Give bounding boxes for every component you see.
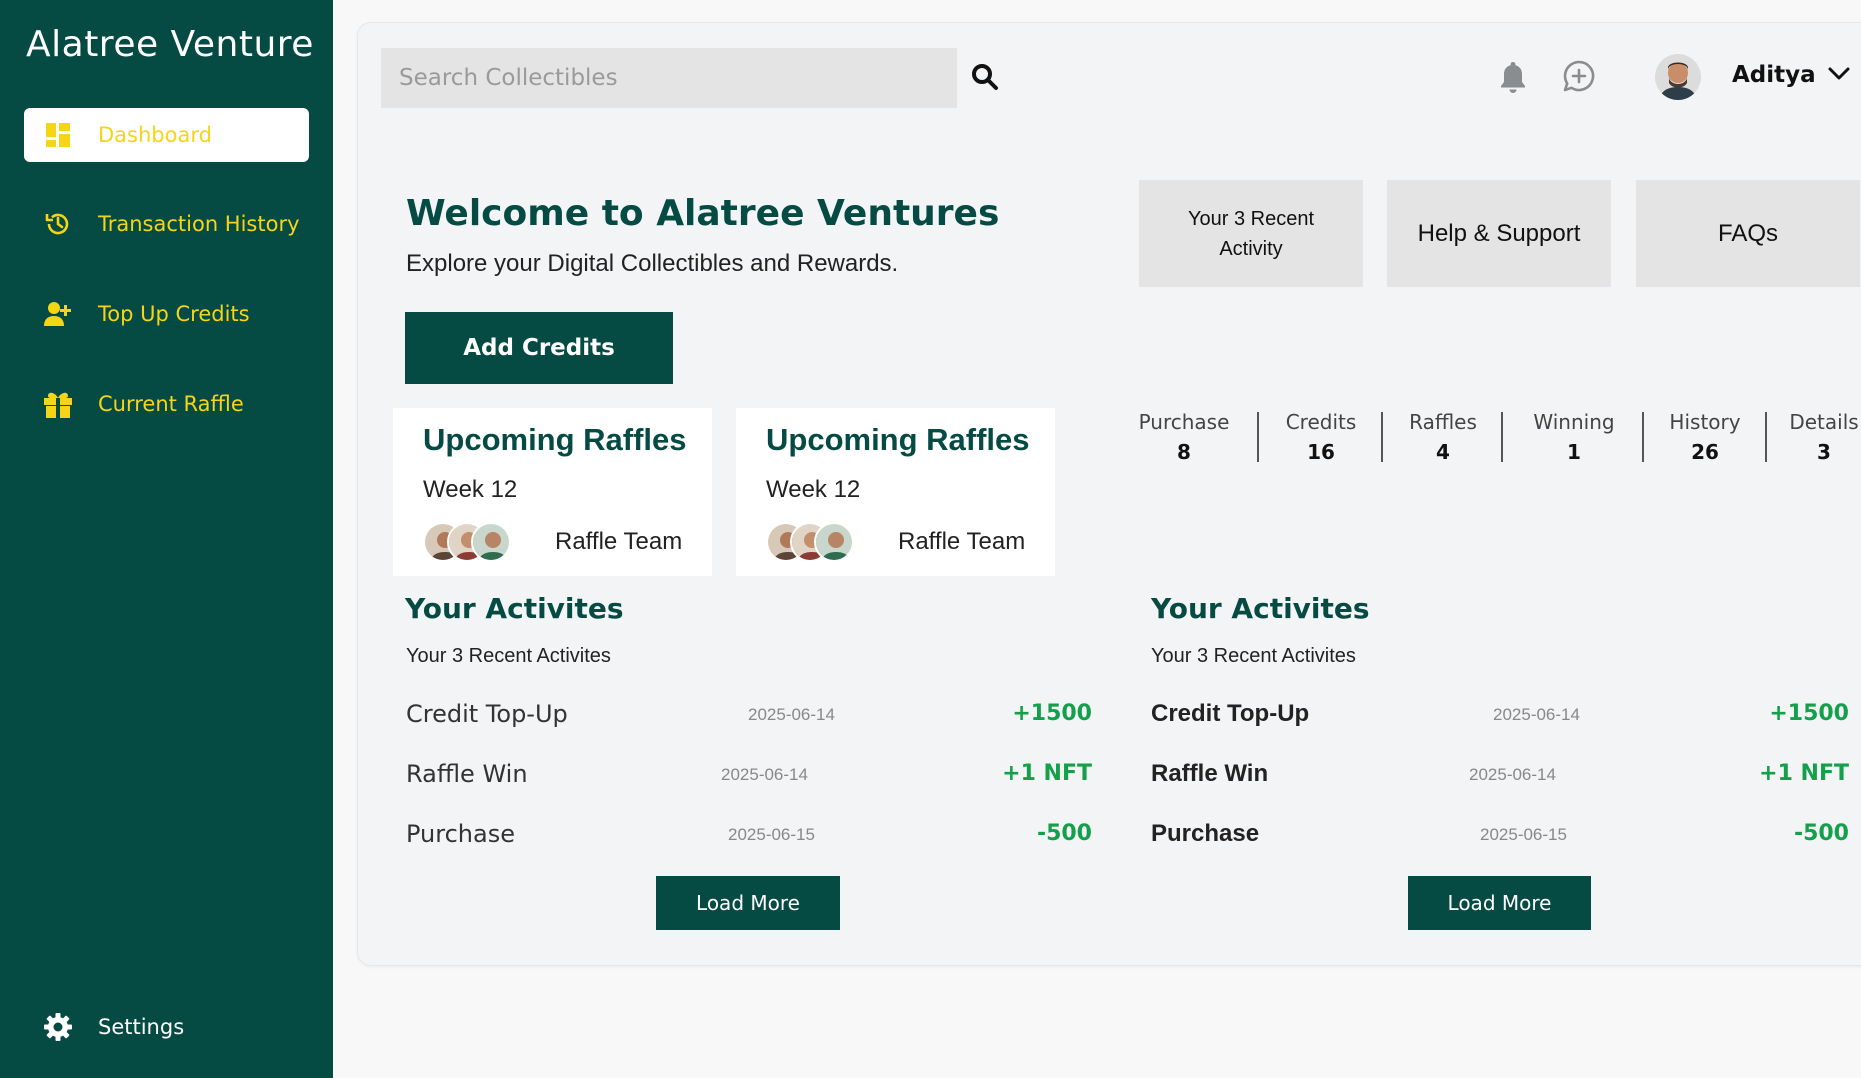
activity-amount: +1 NFT [1759, 761, 1849, 786]
activity-name: Purchase [406, 820, 515, 848]
tile-label: FAQs [1717, 219, 1778, 247]
raffle-title: Upcoming Raffles [766, 422, 1030, 457]
raffle-card[interactable]: Upcoming Raffles Week 12 Raffle Team [736, 408, 1055, 576]
raffle-title: Upcoming Raffles [423, 422, 687, 457]
stat-label: Details [1789, 410, 1859, 434]
activity-date: 2025-06-15 [728, 825, 815, 844]
page-subtitle: Explore your Digital Collectibles and Re… [406, 250, 899, 277]
activity-amount: -500 [1793, 821, 1849, 846]
sidebar: Alatree Venture Dashboard Transaction Hi… [0, 0, 333, 1078]
raffle-week: Week 12 [423, 476, 518, 503]
stat-divider [1381, 412, 1383, 462]
activity-date: 2025-06-14 [721, 765, 808, 784]
activities-title: Your Activites [1151, 592, 1370, 625]
stat-value: 16 [1307, 440, 1335, 464]
sidebar-item-label: Settings [98, 1015, 185, 1039]
activity-name: Raffle Win [1151, 760, 1269, 787]
activity-name: Raffle Win [406, 760, 528, 788]
activity-name: Credit Top-Up [1151, 700, 1310, 727]
page-title: Welcome to Alatree Ventures [406, 193, 1000, 234]
activity-amount: +1500 [1769, 701, 1849, 726]
sidebar-item-current-raffle[interactable]: Current Raffle [24, 377, 309, 431]
sidebar-item-label: Dashboard [98, 123, 212, 147]
tile-label: Your 3 Recent Activity [1187, 207, 1314, 260]
raffle-card[interactable]: Upcoming Raffles Week 12 Raffle Team [393, 408, 712, 576]
raffle-avatars [766, 522, 856, 562]
activity-name: Credit Top-Up [406, 700, 568, 728]
activities-subtitle: Your 3 Recent Activites [406, 645, 611, 667]
activities-title: Your Activites [405, 592, 624, 625]
bell-icon[interactable] [1498, 60, 1532, 96]
chevron-down-icon[interactable] [1828, 66, 1854, 88]
history-icon [42, 208, 74, 240]
stat-divider [1501, 412, 1503, 462]
search-input[interactable] [381, 48, 957, 108]
avatar [471, 522, 511, 562]
add-message-icon[interactable] [1562, 59, 1598, 95]
raffle-avatars [423, 522, 513, 562]
sidebar-item-label: Transaction History [98, 212, 300, 236]
sidebar-item-label: Current Raffle [98, 392, 244, 416]
stat-winning: Winning 1 [1524, 410, 1624, 464]
stat-value: 26 [1691, 440, 1719, 464]
stat-value: 3 [1817, 440, 1831, 464]
load-more-button[interactable]: Load More [656, 876, 840, 930]
avatar[interactable] [1655, 54, 1701, 100]
stat-label: History [1669, 410, 1741, 434]
activity-amount: +1 NFT [1002, 761, 1092, 786]
activity-date: 2025-06-14 [1469, 765, 1556, 784]
activity-amount: +1500 [1012, 701, 1092, 726]
gear-icon [42, 1011, 74, 1043]
raffle-team: Raffle Team [898, 528, 1026, 555]
stat-value: 4 [1436, 440, 1450, 464]
add-user-icon [42, 298, 74, 330]
activities-subtitle: Your 3 Recent Activites [1151, 645, 1356, 667]
stat-history: History 26 [1664, 410, 1746, 464]
activity-name: Purchase [1151, 820, 1260, 847]
stat-value: 1 [1567, 440, 1581, 464]
stat-label: Credits [1285, 410, 1357, 434]
activity-date: 2025-06-14 [748, 705, 835, 724]
raffle-team: Raffle Team [555, 528, 683, 555]
stat-label: Raffles [1409, 410, 1477, 434]
avatar [814, 522, 854, 562]
brand-title: Alatree Venture [26, 24, 314, 65]
sidebar-item-transaction-history[interactable]: Transaction History [24, 197, 309, 251]
sidebar-item-settings[interactable]: Settings [24, 1000, 309, 1054]
gift-icon [42, 388, 74, 420]
search-icon[interactable] [970, 62, 1004, 96]
sidebar-item-dashboard[interactable]: Dashboard [24, 108, 309, 162]
stat-label: Winning [1533, 410, 1615, 434]
stat-label: Purchase [1138, 410, 1230, 434]
user-name[interactable]: Aditya [1732, 62, 1816, 88]
dashboard-icon [42, 119, 74, 151]
stat-raffles: Raffles 4 [1404, 410, 1482, 464]
activity-amount: -500 [1036, 821, 1092, 846]
stat-divider [1642, 412, 1644, 462]
raffle-week: Week 12 [766, 476, 861, 503]
stat-divider [1257, 412, 1259, 462]
stat-credits: Credits 16 [1280, 410, 1362, 464]
activity-date: 2025-06-14 [1493, 705, 1580, 724]
sidebar-item-top-up-credits[interactable]: Top Up Credits [24, 287, 309, 341]
tile-help-support[interactable]: Help & Support [1387, 180, 1611, 287]
stat-purchase: Purchase 8 [1132, 410, 1236, 464]
tile-label: Help & Support [1417, 219, 1581, 247]
stat-details: Details 3 [1788, 410, 1860, 464]
activity-date: 2025-06-15 [1480, 825, 1567, 844]
sidebar-item-label: Top Up Credits [98, 302, 250, 326]
tile-faqs[interactable]: FAQs [1636, 180, 1860, 287]
add-credits-button[interactable]: Add Credits [405, 312, 673, 384]
stat-value: 8 [1177, 440, 1191, 464]
tile-recent-activity[interactable]: Your 3 Recent Activity [1139, 180, 1363, 287]
load-more-button[interactable]: Load More [1408, 876, 1591, 930]
stat-divider [1765, 412, 1767, 462]
